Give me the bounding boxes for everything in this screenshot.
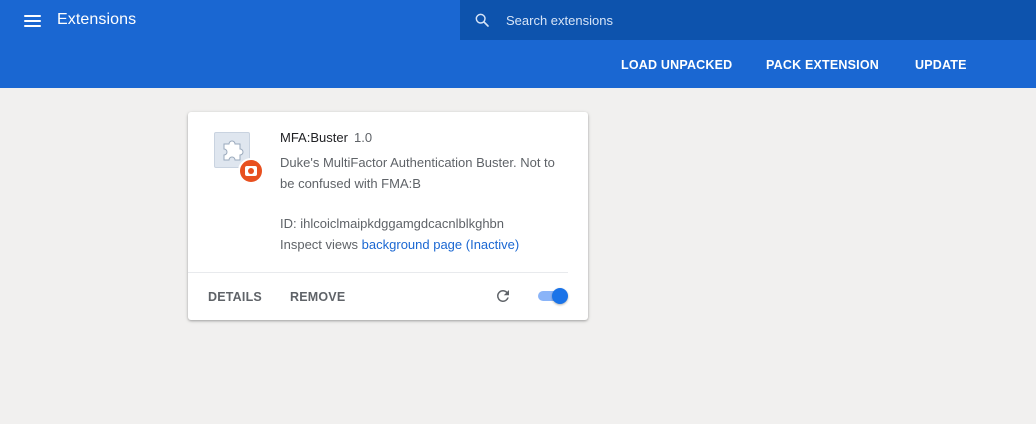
top-bar: Extensions LOAD UNPACKED PACK EXTENSION … xyxy=(0,0,1036,88)
details-button[interactable]: DETAILS xyxy=(208,290,262,304)
card-divider xyxy=(188,272,568,273)
extension-version: 1.0 xyxy=(354,130,373,145)
pack-extension-button[interactable]: PACK EXTENSION xyxy=(766,58,879,72)
extension-id: ID: ihlcoiclmaipkdggamgdcacnlblkghbn xyxy=(280,216,505,231)
background-page-link[interactable]: background page (Inactive) xyxy=(362,237,520,252)
remove-button[interactable]: REMOVE xyxy=(290,290,345,304)
record-badge-icon xyxy=(238,158,264,184)
search-icon[interactable] xyxy=(474,12,490,28)
toggle-knob xyxy=(552,288,568,304)
reload-icon[interactable] xyxy=(494,287,512,305)
inspect-views: Inspect views background page (Inactive) xyxy=(280,237,519,252)
menu-icon[interactable] xyxy=(24,12,44,30)
search-input[interactable] xyxy=(506,10,1006,30)
update-button[interactable]: UPDATE xyxy=(915,58,967,72)
load-unpacked-button[interactable]: LOAD UNPACKED xyxy=(621,58,732,72)
inspect-views-label: Inspect views xyxy=(280,237,359,252)
extension-card: MFA:Buster 1.0 Duke's MultiFactor Authen… xyxy=(188,112,588,320)
page-title: Extensions xyxy=(57,11,137,28)
extension-name: MFA:Buster xyxy=(280,130,348,145)
extension-description: Duke's MultiFactor Authentication Buster… xyxy=(280,155,555,191)
enable-toggle[interactable] xyxy=(536,288,570,304)
